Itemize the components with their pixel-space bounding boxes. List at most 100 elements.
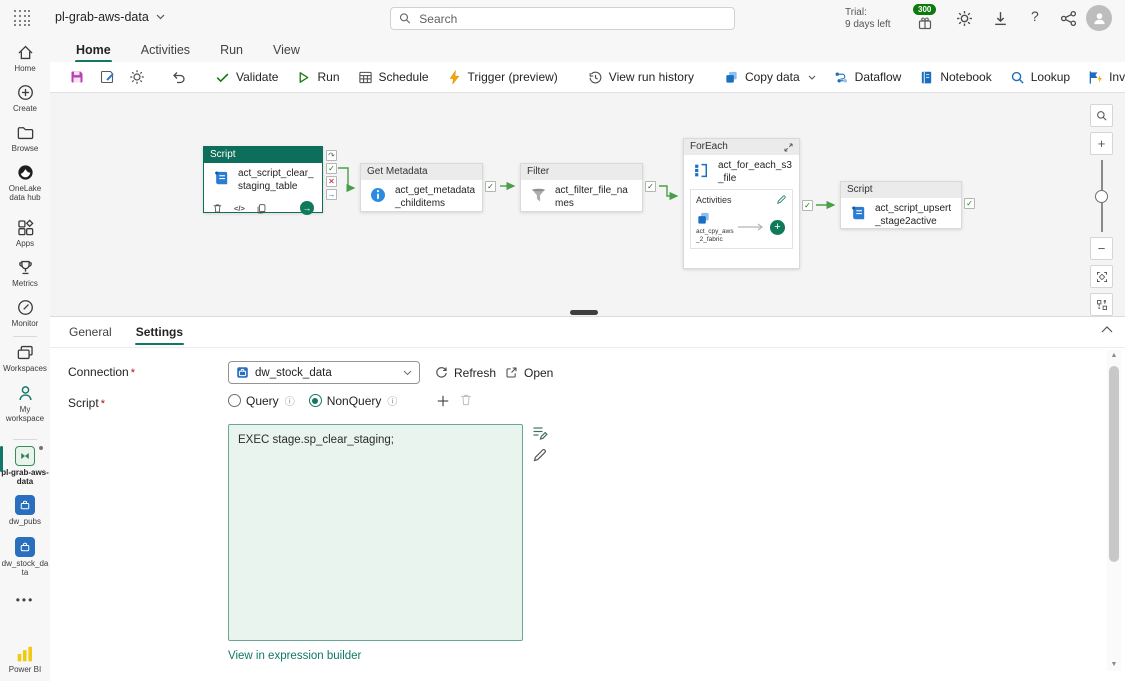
lookup-button[interactable]: Lookup [1002, 65, 1078, 89]
search-box[interactable] [390, 7, 735, 30]
nav-monitor[interactable]: Monitor [0, 298, 50, 328]
nav-my-workspace[interactable]: My workspace [0, 384, 50, 423]
nav-warehouse-dw-pubs[interactable]: dw_pubs [0, 495, 50, 526]
activity-foreach[interactable]: ForEach act_for_each_s3_file Activities … [683, 138, 813, 269]
port-success[interactable]: ✓ [802, 200, 813, 211]
save-button[interactable] [63, 65, 91, 89]
pipeline-settings-button[interactable] [123, 65, 151, 89]
tab-activities[interactable]: Activities [140, 40, 191, 60]
tab-settings[interactable]: Settings [134, 323, 185, 345]
code-view-icon[interactable]: </> [234, 204, 245, 213]
port-success[interactable]: ✓ [645, 181, 656, 192]
undo-button[interactable] [165, 65, 193, 89]
tab-run[interactable]: Run [219, 40, 244, 60]
flow-arrow [738, 223, 763, 231]
pipeline-title[interactable]: pl-grab-aws-data [55, 10, 165, 24]
auto-layout-button[interactable] [1090, 293, 1113, 316]
dataflow-button[interactable]: Dataflow [826, 65, 910, 89]
port-fail[interactable]: ✕ [326, 176, 337, 187]
onelake-icon [17, 165, 33, 180]
chevron-down-icon [156, 14, 165, 20]
view-run-history-button[interactable]: View run history [580, 65, 702, 89]
delete-script-button-disabled[interactable] [459, 393, 473, 407]
nav-metrics[interactable]: Metrics [0, 258, 50, 288]
edit-pencil-icon[interactable] [532, 447, 548, 463]
navigate-icon[interactable]: → [300, 201, 314, 215]
copy-data-button[interactable]: Copy data [716, 65, 824, 89]
open-button[interactable]: Open [505, 361, 553, 384]
invoke-pipeline-button[interactable]: Invoke Pipeline [1080, 65, 1125, 89]
port-success[interactable]: ✓ [485, 181, 496, 192]
panel-scrollbar[interactable]: ▲ ▼ [1107, 350, 1121, 671]
tab-view[interactable]: View [272, 40, 301, 60]
activity-filter[interactable]: Filter act_filter_file_names ✓ [520, 163, 656, 212]
delete-icon[interactable] [212, 203, 223, 214]
info-icon: ⓘ [387, 397, 398, 408]
activity-script-upsert[interactable]: Script act_script_upsert_stage2active ✓ [840, 181, 975, 229]
nav-browse[interactable]: Browse [0, 123, 50, 153]
info-icon: ⓘ [284, 397, 295, 408]
save-as-button[interactable] [93, 65, 121, 89]
pipeline-canvas[interactable]: Script act_script_clear_staging_table </… [50, 93, 1125, 316]
run-button[interactable]: Run [288, 65, 347, 89]
panel-resize-handle[interactable] [570, 310, 598, 315]
nav-home[interactable]: Home [0, 43, 50, 73]
zoom-in-button[interactable]: + [1090, 132, 1113, 155]
refresh-button[interactable]: Refresh [435, 361, 496, 384]
validate-button[interactable]: Validate [207, 65, 286, 89]
scroll-up-arrow[interactable]: ▲ [1107, 350, 1121, 362]
app-launcher-icon[interactable] [14, 10, 31, 27]
nav-warehouse-dw-stock-data[interactable]: dw_stock_data [0, 537, 50, 577]
resize-icon[interactable] [784, 142, 793, 152]
add-script-button[interactable] [433, 391, 453, 411]
port-success[interactable]: ✓ [326, 163, 337, 174]
expression-builder-icon[interactable] [532, 425, 548, 441]
share-icon[interactable] [1060, 10, 1077, 27]
trigger-preview-button[interactable]: Trigger (preview) [439, 65, 566, 89]
connection-dropdown[interactable]: dw_stock_data [228, 361, 420, 384]
collapse-panel-icon[interactable] [1101, 326, 1113, 333]
copy-data-icon [698, 212, 709, 224]
nav-create[interactable]: Create [0, 83, 50, 113]
nav-apps[interactable]: Apps [0, 218, 50, 248]
fit-to-screen-button[interactable] [1090, 265, 1113, 288]
radio-nonquery[interactable]: NonQuery ⓘ [308, 393, 398, 408]
panel-divider [50, 347, 1125, 348]
help-icon[interactable]: ? [1031, 8, 1039, 24]
nav-more[interactable]: ••• [0, 593, 50, 607]
search-input[interactable] [417, 10, 726, 27]
trial-points[interactable]: 300 [911, 4, 941, 32]
edit-pencil-icon[interactable] [776, 194, 787, 205]
activity-copy-aws-to-fabric[interactable]: act_cpy_aws_2_fabric [696, 211, 734, 244]
rail-divider [13, 336, 37, 337]
schedule-button[interactable]: Schedule [350, 65, 437, 89]
user-avatar[interactable] [1086, 5, 1112, 31]
zoom-slider[interactable] [1090, 160, 1113, 232]
radio-query[interactable]: Query ⓘ [228, 393, 295, 408]
clone-icon[interactable] [256, 203, 267, 214]
nav-power-bi[interactable]: Power BI [0, 645, 50, 674]
nav-onelake-data-hub[interactable]: OneLake data hub [0, 163, 50, 202]
activity-script-clear-staging[interactable]: Script act_script_clear_staging_table </… [203, 146, 337, 215]
port-skip[interactable]: ↷ [326, 150, 337, 161]
script-text-input[interactable]: EXEC stage.sp_clear_staging; [228, 424, 523, 641]
slider-knob[interactable] [1094, 190, 1108, 203]
nav-pipeline-pl-grab-aws-data[interactable]: pl-grab-aws-data [0, 446, 50, 486]
left-nav-rail: Home Create Browse OneLake data hub Apps… [0, 37, 50, 681]
canvas-search-button[interactable] [1090, 104, 1113, 127]
scrollbar-thumb[interactable] [1109, 366, 1119, 562]
port-completion[interactable]: → [326, 189, 337, 200]
port-success[interactable]: ✓ [964, 198, 975, 209]
activity-get-metadata[interactable]: Get Metadata act_get_metadata_childitems… [360, 163, 496, 212]
zoom-out-button[interactable]: − [1090, 237, 1113, 260]
expression-builder-link[interactable]: View in expression builder [228, 650, 361, 662]
tab-general[interactable]: General [68, 323, 113, 341]
tab-home[interactable]: Home [75, 40, 112, 63]
notebook-button[interactable]: Notebook [911, 65, 999, 89]
scroll-down-arrow[interactable]: ▼ [1107, 659, 1121, 671]
foreach-activities-container[interactable]: Activities act_cpy_aws_2_fabric + [690, 189, 793, 249]
nav-workspaces[interactable]: Workspaces [0, 343, 50, 373]
download-icon[interactable] [992, 10, 1009, 27]
settings-gear-icon[interactable] [956, 10, 973, 27]
add-activity-button[interactable]: + [770, 219, 785, 235]
